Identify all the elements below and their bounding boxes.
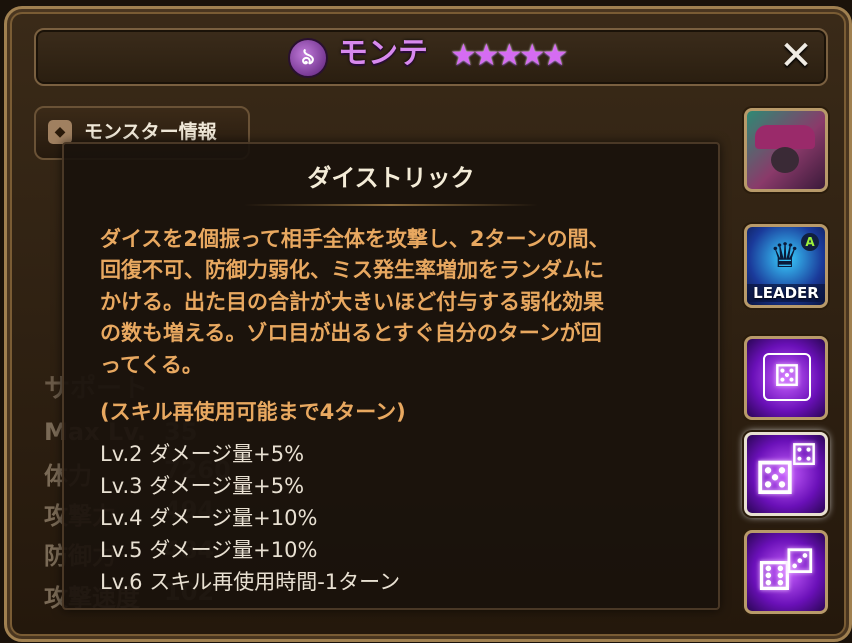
dice-pair-skill-icon[interactable]: ⚄ ⚃ bbox=[744, 432, 828, 516]
skill-name: ダイストリック bbox=[307, 164, 475, 192]
monster-info-icon: ◆ bbox=[48, 120, 72, 144]
skill-description: ダイスを2個振って相手全体を攻撃し、2ターンの間、 回復不可、防御力弱化、ミス発… bbox=[100, 227, 610, 377]
monster-portrait-icon[interactable] bbox=[744, 108, 828, 192]
face-shape bbox=[771, 147, 799, 173]
skill-level-item: Lv.4 ダメージ量+10% bbox=[100, 506, 318, 530]
divider bbox=[244, 204, 538, 206]
dice-icon: ⚄ bbox=[763, 353, 811, 401]
leader-emblem-icon: ♛ bbox=[769, 236, 801, 276]
skill-level-item: Lv.3 ダメージ量+5% bbox=[100, 474, 305, 498]
dice-icon: ⚄ bbox=[755, 451, 795, 505]
hat-shape bbox=[755, 125, 815, 149]
close-button[interactable]: ✕ bbox=[776, 34, 816, 78]
skill-level-item: Lv.6 スキル再使用時間-1ターン bbox=[100, 570, 401, 594]
monster-name: モンテ bbox=[338, 36, 428, 71]
star-icon: ★ bbox=[541, 38, 569, 73]
dice-burst-skill-icon[interactable]: ⚅ ⚂ bbox=[744, 530, 828, 614]
dice-icon: ⚃ bbox=[791, 438, 818, 473]
title-bar bbox=[34, 28, 828, 86]
skill-level-item: Lv.2 ダメージ量+5% bbox=[100, 442, 305, 466]
leader-skill-icon[interactable]: ♛ A LEADER bbox=[744, 224, 828, 308]
dark-attribute-icon: ঌ bbox=[288, 38, 328, 78]
skill-level-item: Lv.5 ダメージ量+10% bbox=[100, 538, 318, 562]
skill-tooltip: ダイストリック ダイスを2個振って相手全体を攻撃し、2ターンの間、 回復不可、防… bbox=[62, 142, 720, 610]
star-rating: ★★★★★ bbox=[450, 36, 569, 76]
skill-cooldown: (スキル再使用可能まで4ターン) bbox=[100, 400, 406, 424]
leader-label: LEADER bbox=[747, 284, 825, 302]
dice-icon: ⚂ bbox=[785, 542, 815, 582]
dice-box-skill-icon[interactable]: ⚄ bbox=[744, 336, 828, 420]
leader-badge: A bbox=[801, 233, 819, 251]
